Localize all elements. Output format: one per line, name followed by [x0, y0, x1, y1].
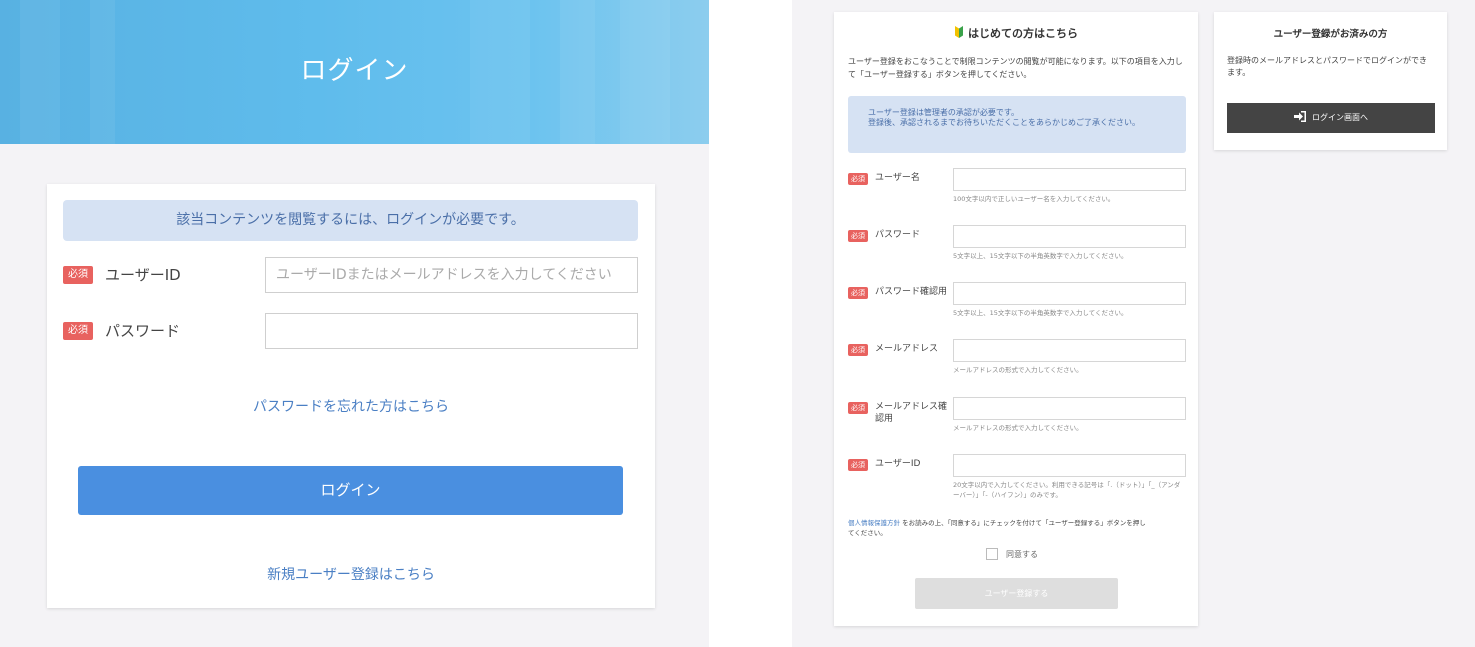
new-registration-link[interactable]: 新規ユーザー登録はこちら [47, 564, 655, 584]
field-label: パスワード確認用 [875, 287, 948, 297]
approval-notice-line: ユーザー登録は管理者の承認が必要です。 [868, 108, 1020, 117]
go-to-login-button[interactable]: ログイン画面へ [1227, 103, 1435, 133]
approval-notice: ユーザー登録は管理者の承認が必要です。 登録後、承認されるまでお待ちいただくこと… [848, 96, 1186, 153]
login-page: ログイン 該当コンテンツを閲覧するには、ログインが必要です。 必須 ユーザーID… [0, 0, 709, 647]
login-hero-banner: ログイン [0, 0, 709, 144]
email-confirm-input[interactable] [953, 397, 1186, 420]
registration-page: はじめての方はこちら ユーザー登録をおこなうことで制限コンテンツの閲覧が可能にな… [792, 0, 1475, 647]
password-confirm-input[interactable] [953, 282, 1186, 305]
username-input[interactable] [953, 168, 1186, 191]
existing-user-text: 登録時のメールアドレスとパスワードでログインができます。 [1227, 56, 1427, 77]
privacy-policy-link[interactable]: 個人情報保護方針 [848, 519, 900, 527]
sign-in-icon [1294, 105, 1306, 135]
field-label: パスワード [875, 230, 921, 240]
agree-label: 同意する [1006, 550, 1038, 559]
field-label: ユーザー名 [875, 173, 920, 183]
existing-user-card: ユーザー登録がお済みの方 登録時のメールアドレスとパスワードでログインができます… [1214, 12, 1447, 150]
registration-title-text: はじめての方はこちら [968, 27, 1078, 40]
registration-intro: ユーザー登録をおこなうことで制限コンテンツの閲覧が可能になります。以下の項目を入… [848, 57, 1183, 79]
privacy-notice: 個人情報保護方針 をお読みの上、「同意する」にチェックを付けて「ユーザー登録する… [848, 518, 1148, 538]
forgot-password-link[interactable]: パスワードを忘れた方はこちら [47, 396, 655, 416]
user-id-label: ユーザーID [105, 266, 181, 284]
password-label: パスワード [105, 322, 181, 340]
user-id-input[interactable] [953, 454, 1186, 477]
page-title: ログイン [300, 56, 409, 86]
required-badge: 必須 [848, 402, 868, 414]
password-input[interactable] [265, 313, 638, 349]
field-hint: 5文字以上、15文字以下の半角英数字で入力してください。 [953, 309, 1128, 317]
existing-user-title: ユーザー登録がお済みの方 [1273, 29, 1388, 40]
field-hint: メールアドレスの形式で入力してください。 [953, 424, 1083, 432]
field-label: メールアドレス [875, 344, 939, 354]
go-to-login-label: ログイン画面へ [1312, 113, 1368, 122]
required-badge: 必須 [848, 173, 868, 185]
password-row: 必須 パスワード [63, 313, 638, 349]
approval-notice-line: 登録後、承認されるまでお待ちいただくことをあらかじめご了承ください。 [868, 118, 1140, 127]
login-required-notice: 該当コンテンツを閲覧するには、ログインが必要です。 [63, 200, 638, 241]
required-badge: 必須 [63, 266, 93, 284]
registration-title: はじめての方はこちら [834, 25, 1198, 42]
field-hint: 5文字以上、15文字以下の半角英数字で入力してください。 [953, 252, 1128, 260]
beginner-mark-icon [954, 25, 964, 42]
required-badge: 必須 [848, 459, 868, 471]
field-hint: 100文字以内で正しいユーザー名を入力してください。 [953, 195, 1115, 203]
field-hint: メールアドレスの形式で入力してください。 [953, 366, 1083, 374]
required-badge: 必須 [63, 322, 93, 340]
required-badge: 必須 [848, 287, 868, 299]
field-label: ユーザーID [875, 459, 921, 469]
register-submit-button[interactable]: ユーザー登録する [915, 578, 1118, 609]
agree-checkbox[interactable] [986, 548, 998, 560]
field-label: メールアドレス確認用 [875, 402, 948, 424]
required-badge: 必須 [848, 230, 868, 242]
required-badge: 必須 [848, 344, 868, 356]
field-hint: 20文字以内で入力してください。利用できる記号は「.（ドット）」「_（アンダーバ… [953, 481, 1181, 499]
login-button[interactable]: ログイン [78, 466, 623, 515]
agree-checkbox-row[interactable]: 同意する [986, 548, 1038, 560]
registration-form-card: はじめての方はこちら ユーザー登録をおこなうことで制限コンテンツの閲覧が可能にな… [834, 12, 1198, 626]
user-id-row: 必須 ユーザーID ユーザーIDまたはメールアドレスを入力してください [63, 257, 638, 293]
email-input[interactable] [953, 339, 1186, 362]
login-form-card: 該当コンテンツを閲覧するには、ログインが必要です。 必須 ユーザーID ユーザー… [47, 184, 655, 608]
password-input[interactable] [953, 225, 1186, 248]
user-id-input[interactable]: ユーザーIDまたはメールアドレスを入力してください [265, 257, 638, 293]
